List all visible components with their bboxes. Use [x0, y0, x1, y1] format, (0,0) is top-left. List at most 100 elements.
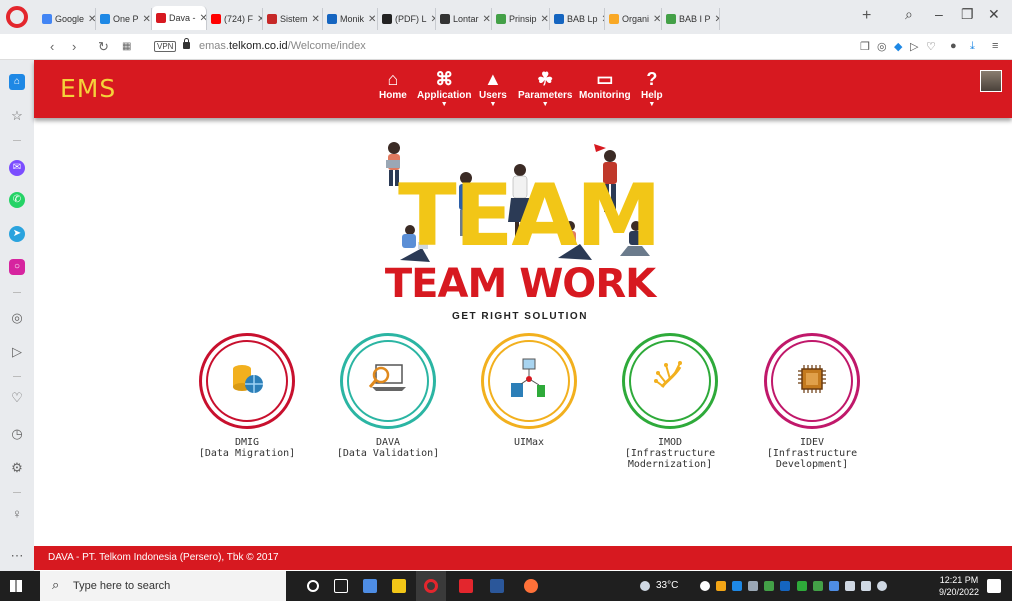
tray-icon[interactable] — [797, 581, 807, 591]
menu-item-users[interactable]: ▲ Users ▼ — [479, 68, 507, 109]
taskbar-search-input[interactable]: ⌕ Type here to search — [40, 571, 286, 601]
browser-tab[interactable]: Sistem ✕ — [263, 8, 323, 30]
app-card-idev[interactable]: IDEV [Infrastructure Development] — [742, 333, 882, 470]
app-name[interactable]: IMOD — [600, 437, 740, 448]
bluetooth-icon[interactable] — [780, 581, 790, 591]
close-tab-icon[interactable]: ✕ — [368, 14, 376, 25]
tray-icon[interactable] — [764, 581, 774, 591]
new-tab-button[interactable]: + — [862, 7, 871, 25]
heart-icon[interactable]: ♡ — [926, 40, 936, 53]
search-tabs-icon[interactable]: ⌕ — [905, 6, 913, 23]
app-card-imod[interactable]: IMOD [Infrastructure Modernization] — [600, 333, 740, 470]
windows-start-icon[interactable] — [10, 580, 22, 592]
close-tab-icon[interactable]: ✕ — [653, 14, 661, 25]
instagram-icon[interactable]: ○ — [9, 259, 25, 275]
browser-tab[interactable]: (PDF) L✕ — [378, 8, 436, 30]
minimize-button[interactable]: – — [935, 6, 943, 22]
whatsapp-icon[interactable]: ✆ — [9, 192, 25, 208]
pin-icon[interactable]: ♀ — [9, 506, 25, 522]
opera-taskbar-button[interactable] — [416, 571, 446, 601]
app-ring[interactable] — [481, 333, 577, 429]
close-tab-icon[interactable]: ✕ — [541, 14, 549, 25]
volume-icon[interactable] — [877, 581, 887, 591]
close-tab-icon[interactable]: ✕ — [143, 14, 151, 25]
send-icon[interactable]: ▷ — [910, 40, 918, 53]
app-card-uimax[interactable]: UIMax — [459, 333, 599, 448]
browser-tab[interactable]: (724) F✕ — [207, 8, 263, 30]
tray-icon[interactable] — [700, 581, 710, 591]
restore-button[interactable]: ❐ — [961, 6, 974, 23]
browser-tab[interactable]: Monik ✕ — [323, 8, 378, 30]
app-card-dava[interactable]: DAVA [Data Validation] — [318, 333, 458, 459]
favorites-icon[interactable]: ♡ — [9, 390, 25, 406]
word-icon[interactable] — [490, 579, 504, 593]
browser-tab[interactable]: Prinsip ✕ — [492, 8, 550, 30]
app-ring[interactable] — [764, 333, 860, 429]
reload-button[interactable]: ↻ — [98, 39, 109, 55]
opera-logo-icon[interactable] — [6, 6, 28, 28]
app-name[interactable]: DMIG — [177, 437, 317, 448]
browser-tab[interactable]: Dava - ✕ — [152, 6, 207, 30]
close-tab-icon[interactable]: ✕ — [483, 14, 491, 25]
avatar[interactable] — [980, 70, 1002, 92]
close-tab-icon[interactable]: ✕ — [88, 14, 95, 25]
forward-button[interactable]: › — [72, 39, 76, 54]
close-tab-icon[interactable]: ✕ — [200, 13, 206, 24]
vpn-badge[interactable]: VPN — [154, 41, 177, 52]
tray-icon[interactable] — [813, 581, 823, 591]
tray-icon[interactable] — [748, 581, 758, 591]
close-tab-icon[interactable]: ✕ — [312, 14, 320, 25]
app-ring[interactable] — [340, 333, 436, 429]
weather-icon[interactable] — [640, 581, 650, 591]
flow-icon[interactable]: ▷ — [9, 344, 25, 360]
menu-item-help[interactable]: ? Help ▼ — [641, 68, 663, 109]
file-explorer-icon[interactable] — [392, 579, 406, 593]
player-icon[interactable]: ◎ — [9, 310, 25, 326]
close-tab-icon[interactable]: ✕ — [715, 14, 719, 25]
settings-icon[interactable]: ⚙ — [9, 460, 25, 476]
history-icon[interactable]: ◷ — [9, 426, 25, 442]
office-icon[interactable] — [459, 579, 473, 593]
speed-dial-icon[interactable]: ▦ — [122, 41, 131, 52]
display-icon[interactable] — [861, 581, 871, 591]
star-icon[interactable]: ☆ — [9, 108, 25, 124]
close-window-button[interactable]: ✕ — [988, 6, 1000, 23]
store-icon[interactable] — [363, 579, 377, 593]
tray-icon[interactable] — [732, 581, 742, 591]
app-ring[interactable] — [622, 333, 718, 429]
network-icon[interactable] — [845, 581, 855, 591]
menu-item-parameters[interactable]: ☘ Parameters ▼ — [518, 68, 572, 109]
menu-item-application[interactable]: ⌘ Application ▼ — [417, 68, 471, 109]
firefox-icon[interactable] — [524, 579, 538, 593]
clock-date[interactable]: 9/20/2022 — [936, 587, 982, 597]
menu-item-monitoring[interactable]: ▭ Monitoring — [579, 68, 631, 101]
lock-icon[interactable] — [183, 38, 190, 49]
snapshot-icon[interactable]: ❐ — [860, 40, 870, 53]
easy-setup-icon[interactable]: ≡ — [992, 40, 998, 52]
app-name[interactable]: DAVA — [318, 437, 458, 448]
tray-icon[interactable] — [716, 581, 726, 591]
telegram-icon[interactable]: ➤ — [9, 226, 25, 242]
app-logo[interactable]: EMS — [60, 74, 116, 103]
browser-tab[interactable]: Lontar ✕ — [436, 8, 492, 30]
camera-icon[interactable]: ◎ — [877, 40, 887, 53]
app-name[interactable]: UIMax — [459, 437, 599, 448]
notification-icon[interactable] — [987, 579, 1001, 593]
browser-tab[interactable]: One P ✕ — [96, 8, 152, 30]
app-ring[interactable] — [199, 333, 295, 429]
url-field[interactable]: emas.telkom.co.id/Welcome/index — [199, 40, 366, 52]
download-icon[interactable]: ⤓ — [970, 40, 975, 53]
app-card-dmig[interactable]: DMIG [Data Migration] — [177, 333, 317, 459]
shield-icon[interactable]: ◆ — [894, 40, 902, 53]
menu-item-home[interactable]: ⌂ Home — [379, 68, 407, 101]
profile-icon[interactable]: ● — [950, 40, 957, 52]
browser-tab[interactable]: Google ✕ — [38, 8, 96, 30]
clock-time[interactable]: 12:21 PM — [939, 575, 979, 585]
task-view-icon[interactable] — [334, 579, 348, 593]
home-sidebar-icon[interactable]: ⌂ — [9, 74, 25, 90]
tray-icon[interactable] — [829, 581, 839, 591]
weather-temperature[interactable]: 33°C — [656, 580, 678, 591]
more-options-icon[interactable]: ⋯ — [9, 548, 25, 564]
browser-tab[interactable]: BAB Lp✕ — [550, 8, 605, 30]
cortana-icon[interactable] — [307, 580, 319, 592]
